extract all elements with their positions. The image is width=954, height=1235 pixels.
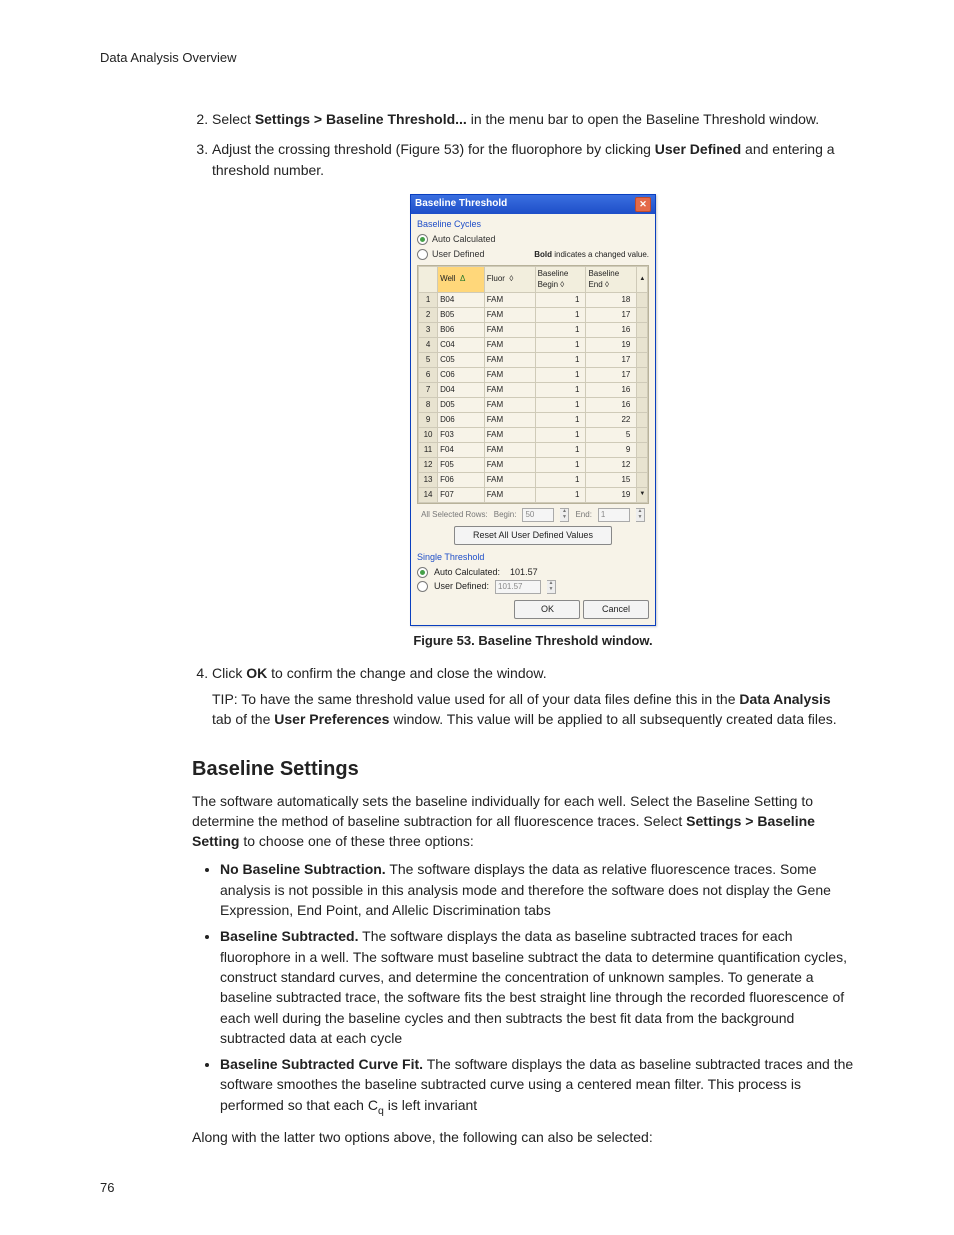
scrollbar-track[interactable] — [637, 442, 648, 457]
radio-icon — [417, 581, 428, 592]
col-end[interactable]: Baseline End ◊ — [586, 266, 637, 292]
page-number: 76 — [100, 1180, 114, 1195]
bullet-no-baseline: No Baseline Subtraction. The software di… — [220, 859, 854, 920]
cancel-button[interactable]: Cancel — [583, 600, 649, 619]
table-row[interactable]: 3B06FAM116 — [419, 322, 648, 337]
scrollbar-track[interactable] — [637, 367, 648, 382]
scrollbar-track[interactable] — [637, 307, 648, 322]
table-row[interactable]: 14F07FAM119▼ — [419, 487, 648, 502]
scrollbar-track[interactable] — [637, 382, 648, 397]
user-defined-input[interactable]: 101.57 — [495, 580, 541, 594]
scroll-up-icon[interactable]: ▲ — [637, 266, 648, 292]
end-input[interactable]: 1 — [598, 508, 630, 522]
table-row[interactable]: 1B04FAM118 — [419, 292, 648, 307]
all-selected-rows: All Selected Rows: Begin: 50▲▼ End: 1▲▼ — [417, 508, 649, 522]
bullet-baseline-subtracted: Baseline Subtracted. The software displa… — [220, 926, 854, 1048]
scrollbar-track[interactable] — [637, 472, 648, 487]
baseline-table: Well Δ Fluor ◊ Baseline Begin ◊ Baseline… — [417, 265, 649, 504]
radio-icon — [417, 567, 428, 578]
section-single-threshold: Single Threshold — [417, 551, 649, 564]
step-4-tip: TIP: To have the same threshold value us… — [212, 689, 854, 730]
table-row[interactable]: 2B05FAM117 — [419, 307, 648, 322]
scrollbar-track[interactable] — [637, 457, 648, 472]
table-row[interactable]: 5C05FAM117 — [419, 352, 648, 367]
table-row[interactable]: 8D05FAM116 — [419, 397, 648, 412]
table-row[interactable]: 11F04FAM19 — [419, 442, 648, 457]
step-4: Click OK to confirm the change and close… — [212, 663, 854, 730]
scrollbar-track[interactable] — [637, 322, 648, 337]
radio-auto-calculated[interactable]: Auto Calculated — [417, 233, 649, 246]
closing-paragraph: Along with the latter two options above,… — [192, 1127, 854, 1147]
col-begin[interactable]: Baseline Begin ◊ — [535, 266, 586, 292]
table-row[interactable]: 13F06FAM115 — [419, 472, 648, 487]
table-header-row: Well Δ Fluor ◊ Baseline Begin ◊ Baseline… — [419, 266, 648, 292]
begin-spinner[interactable]: ▲▼ — [560, 508, 569, 522]
radio-icon — [417, 234, 428, 245]
radio-icon — [417, 249, 428, 260]
scrollbar-track[interactable] — [637, 397, 648, 412]
col-well[interactable]: Well Δ — [438, 266, 485, 292]
dialog-title: Baseline Threshold — [415, 197, 507, 212]
table-row[interactable]: 9D06FAM122 — [419, 412, 648, 427]
baseline-threshold-dialog: Baseline Threshold ✕ Baseline Cycles Aut… — [410, 194, 656, 626]
baseline-intro: The software automatically sets the base… — [192, 791, 854, 852]
scrollbar-track[interactable] — [637, 352, 648, 367]
radio-threshold-user[interactable]: User Defined: 101.57▲▼ — [417, 580, 649, 594]
scrollbar-track[interactable] — [637, 337, 648, 352]
dialog-titlebar[interactable]: Baseline Threshold ✕ — [411, 195, 655, 214]
scrollbar-track[interactable] — [637, 427, 648, 442]
table-row[interactable]: 4C04FAM119 — [419, 337, 648, 352]
table-row[interactable]: 6C06FAM117 — [419, 367, 648, 382]
close-icon[interactable]: ✕ — [635, 197, 651, 212]
page-header: Data Analysis Overview — [100, 50, 854, 65]
table-row[interactable]: 12F05FAM112 — [419, 457, 648, 472]
radio-threshold-auto[interactable]: Auto Calculated: 101.57 — [417, 566, 649, 579]
bold-note: Bold indicates a changed value. — [534, 249, 649, 261]
step-2: Select Settings > Baseline Threshold... … — [212, 109, 854, 129]
figure-caption: Figure 53. Baseline Threshold window. — [212, 632, 854, 651]
radio-user-defined[interactable]: User Defined — [417, 248, 485, 261]
scroll-down-icon[interactable]: ▼ — [637, 487, 648, 502]
begin-input[interactable]: 50 — [522, 508, 554, 522]
bullet-curve-fit: Baseline Subtracted Curve Fit. The softw… — [220, 1054, 854, 1119]
col-fluor[interactable]: Fluor ◊ — [484, 266, 535, 292]
figure-53: Baseline Threshold ✕ Baseline Cycles Aut… — [212, 194, 854, 626]
table-row[interactable]: 7D04FAM116 — [419, 382, 648, 397]
section-baseline-cycles: Baseline Cycles — [417, 218, 649, 231]
scrollbar-track[interactable] — [637, 412, 648, 427]
reset-button[interactable]: Reset All User Defined Values — [454, 526, 612, 545]
end-spinner[interactable]: ▲▼ — [636, 508, 645, 522]
ok-button[interactable]: OK — [514, 600, 580, 619]
table-row[interactable]: 10F03FAM15 — [419, 427, 648, 442]
heading-baseline-settings: Baseline Settings — [192, 758, 854, 781]
user-defined-spinner[interactable]: ▲▼ — [547, 580, 556, 594]
step-3: Adjust the crossing threshold (Figure 53… — [212, 139, 854, 650]
scrollbar-track[interactable] — [637, 292, 648, 307]
